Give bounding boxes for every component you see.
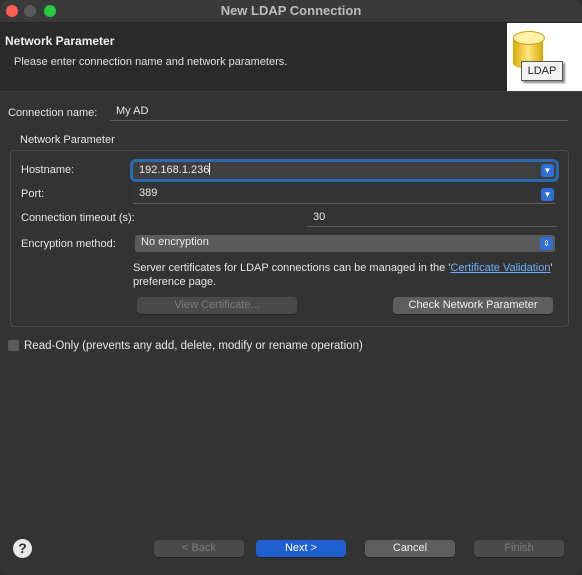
- finish-button[interactable]: Finish: [474, 540, 564, 557]
- next-button[interactable]: Next >: [256, 540, 346, 557]
- certificate-validation-link[interactable]: Certificate Validation: [450, 262, 550, 274]
- hostname-value: 192.168.1.236: [139, 163, 211, 176]
- window-title: New LDAP Connection: [220, 3, 362, 18]
- updown-chevron-icon[interactable]: ⇕: [540, 237, 553, 250]
- port-combo[interactable]: 389 ▼: [133, 186, 556, 204]
- port-value: 389: [139, 187, 158, 199]
- help-icon[interactable]: ?: [13, 539, 32, 558]
- certificate-info-text: Server certificates for LDAP connections…: [133, 261, 553, 289]
- chevron-down-icon[interactable]: ▼: [541, 164, 554, 177]
- info-prefix: Server certificates for LDAP connections…: [133, 262, 451, 274]
- wizard-header: Network Parameter Please enter connectio…: [0, 23, 582, 92]
- timeout-label: Connection timeout (s):: [21, 212, 135, 224]
- cancel-button[interactable]: Cancel: [365, 540, 455, 557]
- encryption-select[interactable]: No encryption ⇕: [135, 235, 555, 252]
- check-network-parameter-button[interactable]: Check Network Parameter: [393, 297, 553, 314]
- title-bar: New LDAP Connection: [0, 0, 582, 23]
- connection-name-input[interactable]: My AD: [110, 104, 568, 121]
- database-cylinder-top: [513, 31, 545, 45]
- ldap-database-icon: LDAP: [507, 23, 582, 91]
- port-label: Port:: [21, 188, 45, 200]
- view-certificate-button[interactable]: View Certificate...: [137, 297, 297, 314]
- hostname-label: Hostname:: [21, 164, 75, 176]
- chevron-down-icon[interactable]: ▼: [541, 188, 554, 201]
- timeout-input[interactable]: 30: [307, 210, 557, 227]
- dialog-window: New LDAP Connection Network Parameter Pl…: [0, 0, 582, 575]
- timeout-value: 30: [313, 211, 326, 223]
- connection-name-value: My AD: [116, 105, 149, 117]
- ldap-banner-label: LDAP: [521, 61, 563, 81]
- hostname-combo[interactable]: 192.168.1.236 ▼: [133, 162, 556, 179]
- page-title: Network Parameter: [5, 34, 115, 48]
- connection-name-label: Connection name:: [8, 107, 98, 119]
- encryption-label: Encryption method:: [21, 238, 116, 250]
- page-description: Please enter connection name and network…: [14, 56, 288, 68]
- network-group-label: Network Parameter: [20, 134, 115, 146]
- read-only-checkbox[interactable]: [8, 340, 19, 351]
- read-only-label: Read-Only (prevents any add, delete, mod…: [24, 340, 363, 352]
- encryption-value: No encryption: [141, 236, 209, 248]
- back-button[interactable]: < Back: [154, 540, 244, 557]
